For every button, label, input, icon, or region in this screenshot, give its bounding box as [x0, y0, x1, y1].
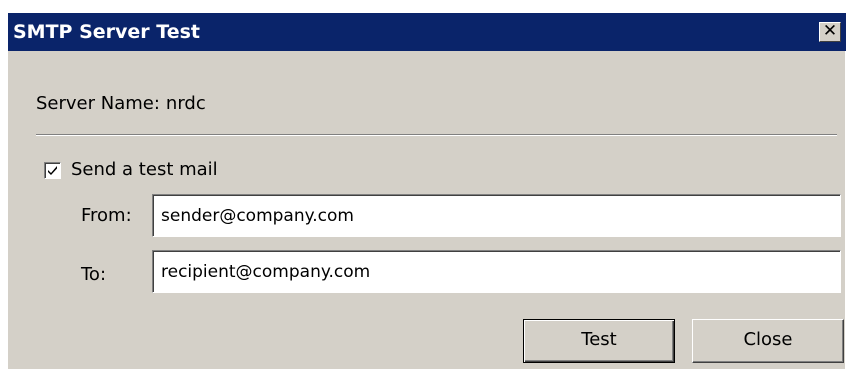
server-name-row: Server Name: nrdc [36, 93, 206, 114]
send-test-mail-label[interactable]: Send a test mail [71, 159, 218, 180]
close-button[interactable]: Close [692, 319, 844, 363]
send-test-mail-checkbox[interactable] [44, 162, 61, 179]
checkmark-icon [48, 166, 57, 175]
separator [36, 134, 837, 136]
to-label: To: [81, 264, 107, 285]
window-title: SMTP Server Test [13, 21, 201, 43]
from-field[interactable] [152, 194, 841, 237]
from-label: From: [81, 205, 132, 226]
server-name-value: nrdc [165, 93, 206, 114]
smtp-test-dialog: SMTP Server Test ✕ Server Name: nrdc Send… [7, 12, 846, 369]
close-icon: ✕ [822, 21, 838, 41]
to-field[interactable] [152, 250, 841, 293]
close-window-button[interactable]: ✕ [819, 22, 841, 42]
server-name-label: Server Name: [36, 93, 160, 114]
title-bar[interactable]: SMTP Server Test ✕ [8, 13, 846, 51]
test-button[interactable]: Test [523, 319, 675, 363]
